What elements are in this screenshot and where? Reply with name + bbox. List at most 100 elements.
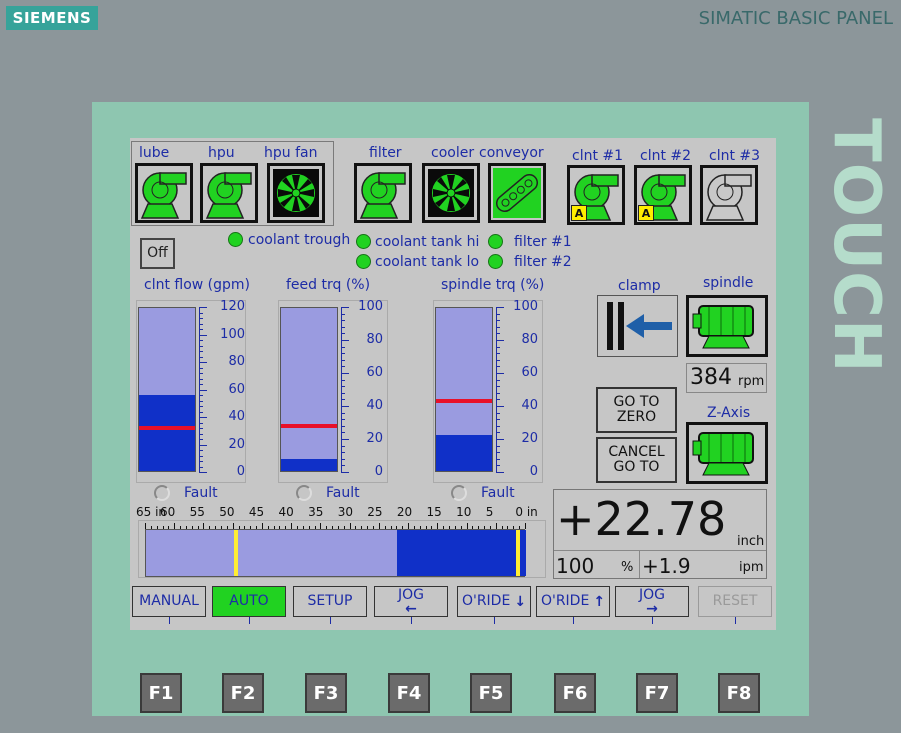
spindle-trq-tick <box>496 399 500 401</box>
travel-tick <box>384 526 386 529</box>
pump-icon-clnt-3[interactable] <box>700 165 758 225</box>
spindle-trq-tick <box>496 333 500 335</box>
fan-icon-hpu-fan[interactable] <box>267 163 325 223</box>
travel-tick <box>425 526 427 529</box>
travel-tick <box>443 526 445 529</box>
feed-trq-tick <box>341 439 349 440</box>
feed-trq-tick <box>341 458 345 460</box>
equipment-label-conveyor: conveyor <box>479 145 544 161</box>
travel-tick <box>396 526 398 529</box>
siemens-logo: SIEMENS <box>6 6 98 30</box>
equipment-label-clnt-1: clnt #1 <box>572 148 624 164</box>
softkey-reset[interactable]: RESET <box>698 586 772 617</box>
conveyor-icon-conveyor[interactable] <box>488 163 546 223</box>
feed-trq-tick <box>341 399 345 401</box>
clnt-flow-tick <box>199 428 203 429</box>
pump-icon-filter[interactable] <box>354 163 412 223</box>
fkey-f6[interactable]: F6 <box>554 673 596 713</box>
clnt-flow-tick <box>199 362 207 363</box>
softkey-manual[interactable]: MANUAL <box>132 586 206 617</box>
spindle-trq-tick <box>496 326 500 328</box>
travel-tick <box>437 523 439 529</box>
fkey-f1[interactable]: F1 <box>140 673 182 713</box>
feed-trq-tick <box>341 346 345 348</box>
filter-2-led <box>488 254 503 269</box>
feed-trq-setpoint <box>281 424 337 428</box>
fkey-f8[interactable]: F8 <box>718 673 760 713</box>
clnt-flow-title: clnt flow (gpm) <box>144 277 251 293</box>
travel-tick <box>478 526 480 529</box>
override-value: 100 <box>556 554 595 578</box>
spindle-trq-tick-label: 0 <box>529 464 538 479</box>
coolant-tank-hi-led <box>356 234 371 249</box>
go-to-zero-button[interactable]: GO TO ZERO <box>596 387 677 433</box>
pump-icon-lube[interactable] <box>135 163 193 223</box>
travel-tick <box>297 526 298 529</box>
pump-icon-clnt-2[interactable]: A <box>634 165 692 225</box>
feed-trq-gauge: 100 80 60 40 20 0 <box>278 299 388 483</box>
spindle-trq-tick-label: 100 <box>513 299 538 314</box>
softkey-label: SETUP <box>307 593 353 609</box>
travel-tick <box>460 526 462 529</box>
fkey-f3[interactable]: F3 <box>305 673 347 713</box>
cancel-go-to-button[interactable]: CANCEL GO TO <box>596 437 677 483</box>
clnt-flow-tick-label: 0 <box>236 464 245 479</box>
feed-trq-tick-label: 0 <box>374 464 383 479</box>
off-button[interactable]: Off <box>140 238 175 269</box>
travel-tick <box>285 526 287 529</box>
pump-icon-clnt-1[interactable]: A <box>567 165 625 225</box>
travel-tick <box>209 526 211 529</box>
equipment-label-filter: filter <box>369 145 402 161</box>
feed-trq-bar <box>280 307 338 472</box>
spindle-trq-tick <box>496 366 500 368</box>
feed-trq-tick-label: 40 <box>366 398 383 413</box>
spindle-trq-fault-led <box>451 485 467 501</box>
travel-tick-label: 15 <box>426 505 442 519</box>
spindle-trq-bar-fill <box>436 435 492 471</box>
spindle-trq-tick-label: 20 <box>521 431 538 446</box>
fkey-f4[interactable]: F4 <box>388 673 430 713</box>
softkey-setup[interactable]: SETUP <box>293 586 367 617</box>
spindle-trq-tick <box>496 340 504 341</box>
travel-tick-label: 25 <box>367 505 383 519</box>
clnt-flow-tick <box>199 395 203 396</box>
feed-trq-tick-label: 60 <box>366 365 383 380</box>
softkey-oride-up[interactable]: O'RIDE ↑ <box>536 586 610 617</box>
clnt-flow-tick <box>199 461 203 462</box>
spindle-trq-tick <box>496 373 504 374</box>
feed-trq-tick <box>341 412 345 414</box>
z-axis-motor-icon[interactable] <box>686 422 768 484</box>
softkey-jog-right[interactable]: JOG → <box>615 586 689 617</box>
clnt-flow-tick-label: 120 <box>220 299 245 314</box>
feed-trq-tick <box>341 472 349 473</box>
pump-icon-hpu[interactable] <box>200 163 258 223</box>
spindle-trq-tick <box>496 412 500 414</box>
feed-trq-tick-label: 80 <box>366 332 383 347</box>
travel-tick <box>361 526 363 529</box>
travel-tick <box>501 526 503 529</box>
coolant-tank-hi-label: coolant tank hi <box>375 234 480 250</box>
spindle-motor-icon[interactable] <box>686 295 768 357</box>
touch-bezel-label: TOUCH <box>819 118 893 374</box>
clnt-flow-tick-label: 80 <box>228 354 245 369</box>
fan-icon-cooler[interactable] <box>422 163 480 223</box>
spindle-rpm-unit: rpm <box>738 374 765 389</box>
clnt-flow-tick <box>199 406 203 407</box>
filter-2-label: filter #2 <box>514 254 572 270</box>
clamp-jaw-left <box>607 302 613 350</box>
clnt-flow-setpoint <box>139 426 195 430</box>
softkey-oride-down[interactable]: O'RIDE ↓ <box>457 586 531 617</box>
softkey-jog-left[interactable]: JOG ← <box>374 586 448 617</box>
travel-tick <box>402 526 404 529</box>
travel-tick <box>197 526 199 529</box>
fkey-f5[interactable]: F5 <box>470 673 512 713</box>
feed-trq-bar-fill <box>281 459 337 471</box>
feed-trq-tick <box>341 452 345 454</box>
feed-trq-tick <box>341 425 345 427</box>
fkey-f2[interactable]: F2 <box>222 673 264 713</box>
fkey-f7[interactable]: F7 <box>636 673 678 713</box>
softkey-label: O'RIDE <box>540 593 590 609</box>
travel-tick-label: 5 <box>485 505 494 519</box>
softkey-auto[interactable]: AUTO <box>212 586 286 617</box>
feed-trq-tick <box>341 353 345 355</box>
